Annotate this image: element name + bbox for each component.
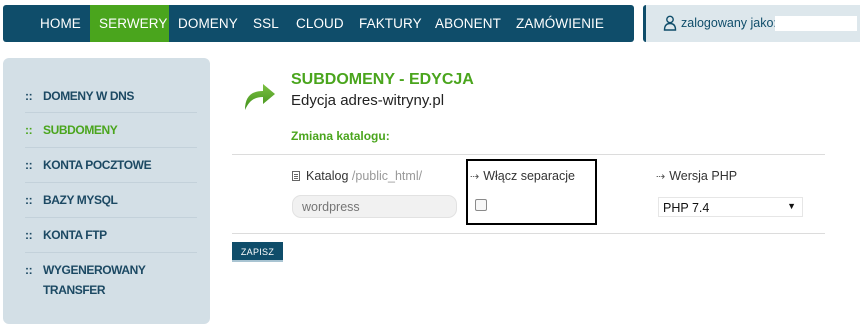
php-version-select[interactable]: PHP 7.4 ▼	[658, 197, 803, 217]
separation-label: ⇢ Włącz separacje	[470, 169, 575, 183]
sidebar-item-wygenerowany-transfer[interactable]: :: WYGENEROWANY TRANSFER	[25, 260, 163, 300]
divider	[25, 147, 197, 148]
sidebar: :: DOMENY W DNS :: SUBDOMENY :: KONTA POCZT…	[3, 58, 210, 324]
arrow-right-icon: ⇢	[470, 171, 480, 183]
separation-checkbox[interactable]	[475, 199, 487, 211]
nav-domeny[interactable]: DOMENY	[178, 5, 238, 42]
catalog-hint: /public_html/	[351, 169, 423, 183]
divider	[232, 233, 825, 234]
nav-serwery[interactable]: SERWERY	[90, 5, 169, 42]
top-nav: HOME SERWERY DOMENY SSL CLOUD FAKTURY AB…	[3, 5, 634, 42]
section-title: Zmiana katalogu:	[291, 129, 390, 143]
caret-down-icon: ▼	[787, 201, 796, 211]
divider	[25, 182, 197, 183]
page-subtitle: Edycja adres-witryny.pl	[291, 92, 445, 109]
php-version-value: PHP 7.4	[663, 201, 710, 215]
divider	[25, 252, 197, 253]
nav-abonent[interactable]: ABONENT	[435, 5, 501, 42]
document-icon	[292, 171, 300, 181]
sidebar-item-konta-pocztowe[interactable]: :: KONTA POCZTOWE	[25, 155, 152, 175]
arrow-right-icon: ⇢	[656, 171, 666, 183]
page-title: SUBDOMENY - EDYCJA	[291, 71, 474, 88]
catalog-label: Katalog /public_html/	[292, 169, 422, 183]
return-arrow-icon	[245, 84, 275, 110]
user-icon	[663, 15, 677, 31]
nav-home[interactable]: HOME	[40, 5, 81, 42]
user-label: zalogowany jako:	[681, 16, 777, 30]
catalog-input[interactable]	[292, 195, 457, 218]
nav-cloud[interactable]: CLOUD	[296, 5, 344, 42]
divider	[25, 112, 197, 113]
nav-faktury[interactable]: FAKTURY	[359, 5, 422, 42]
save-button[interactable]: ZAPISZ	[232, 242, 283, 262]
sidebar-item-bazy-mysql[interactable]: :: BAZY MYSQL	[25, 190, 118, 210]
sidebar-item-subdomeny[interactable]: :: SUBDOMENY	[25, 120, 118, 140]
nav-zamowienie[interactable]: ZAMÓWIENIE	[516, 5, 604, 42]
sidebar-item-konta-ftp[interactable]: :: KONTA FTP	[25, 225, 107, 245]
user-box: zalogowany jako:	[643, 5, 860, 42]
user-name-redacted	[775, 16, 857, 31]
sidebar-item-domeny-dns[interactable]: :: DOMENY W DNS	[25, 86, 134, 106]
divider	[232, 154, 825, 155]
php-version-label: ⇢ Wersja PHP	[656, 169, 738, 183]
divider	[25, 217, 197, 218]
nav-ssl[interactable]: SSL	[253, 5, 279, 42]
